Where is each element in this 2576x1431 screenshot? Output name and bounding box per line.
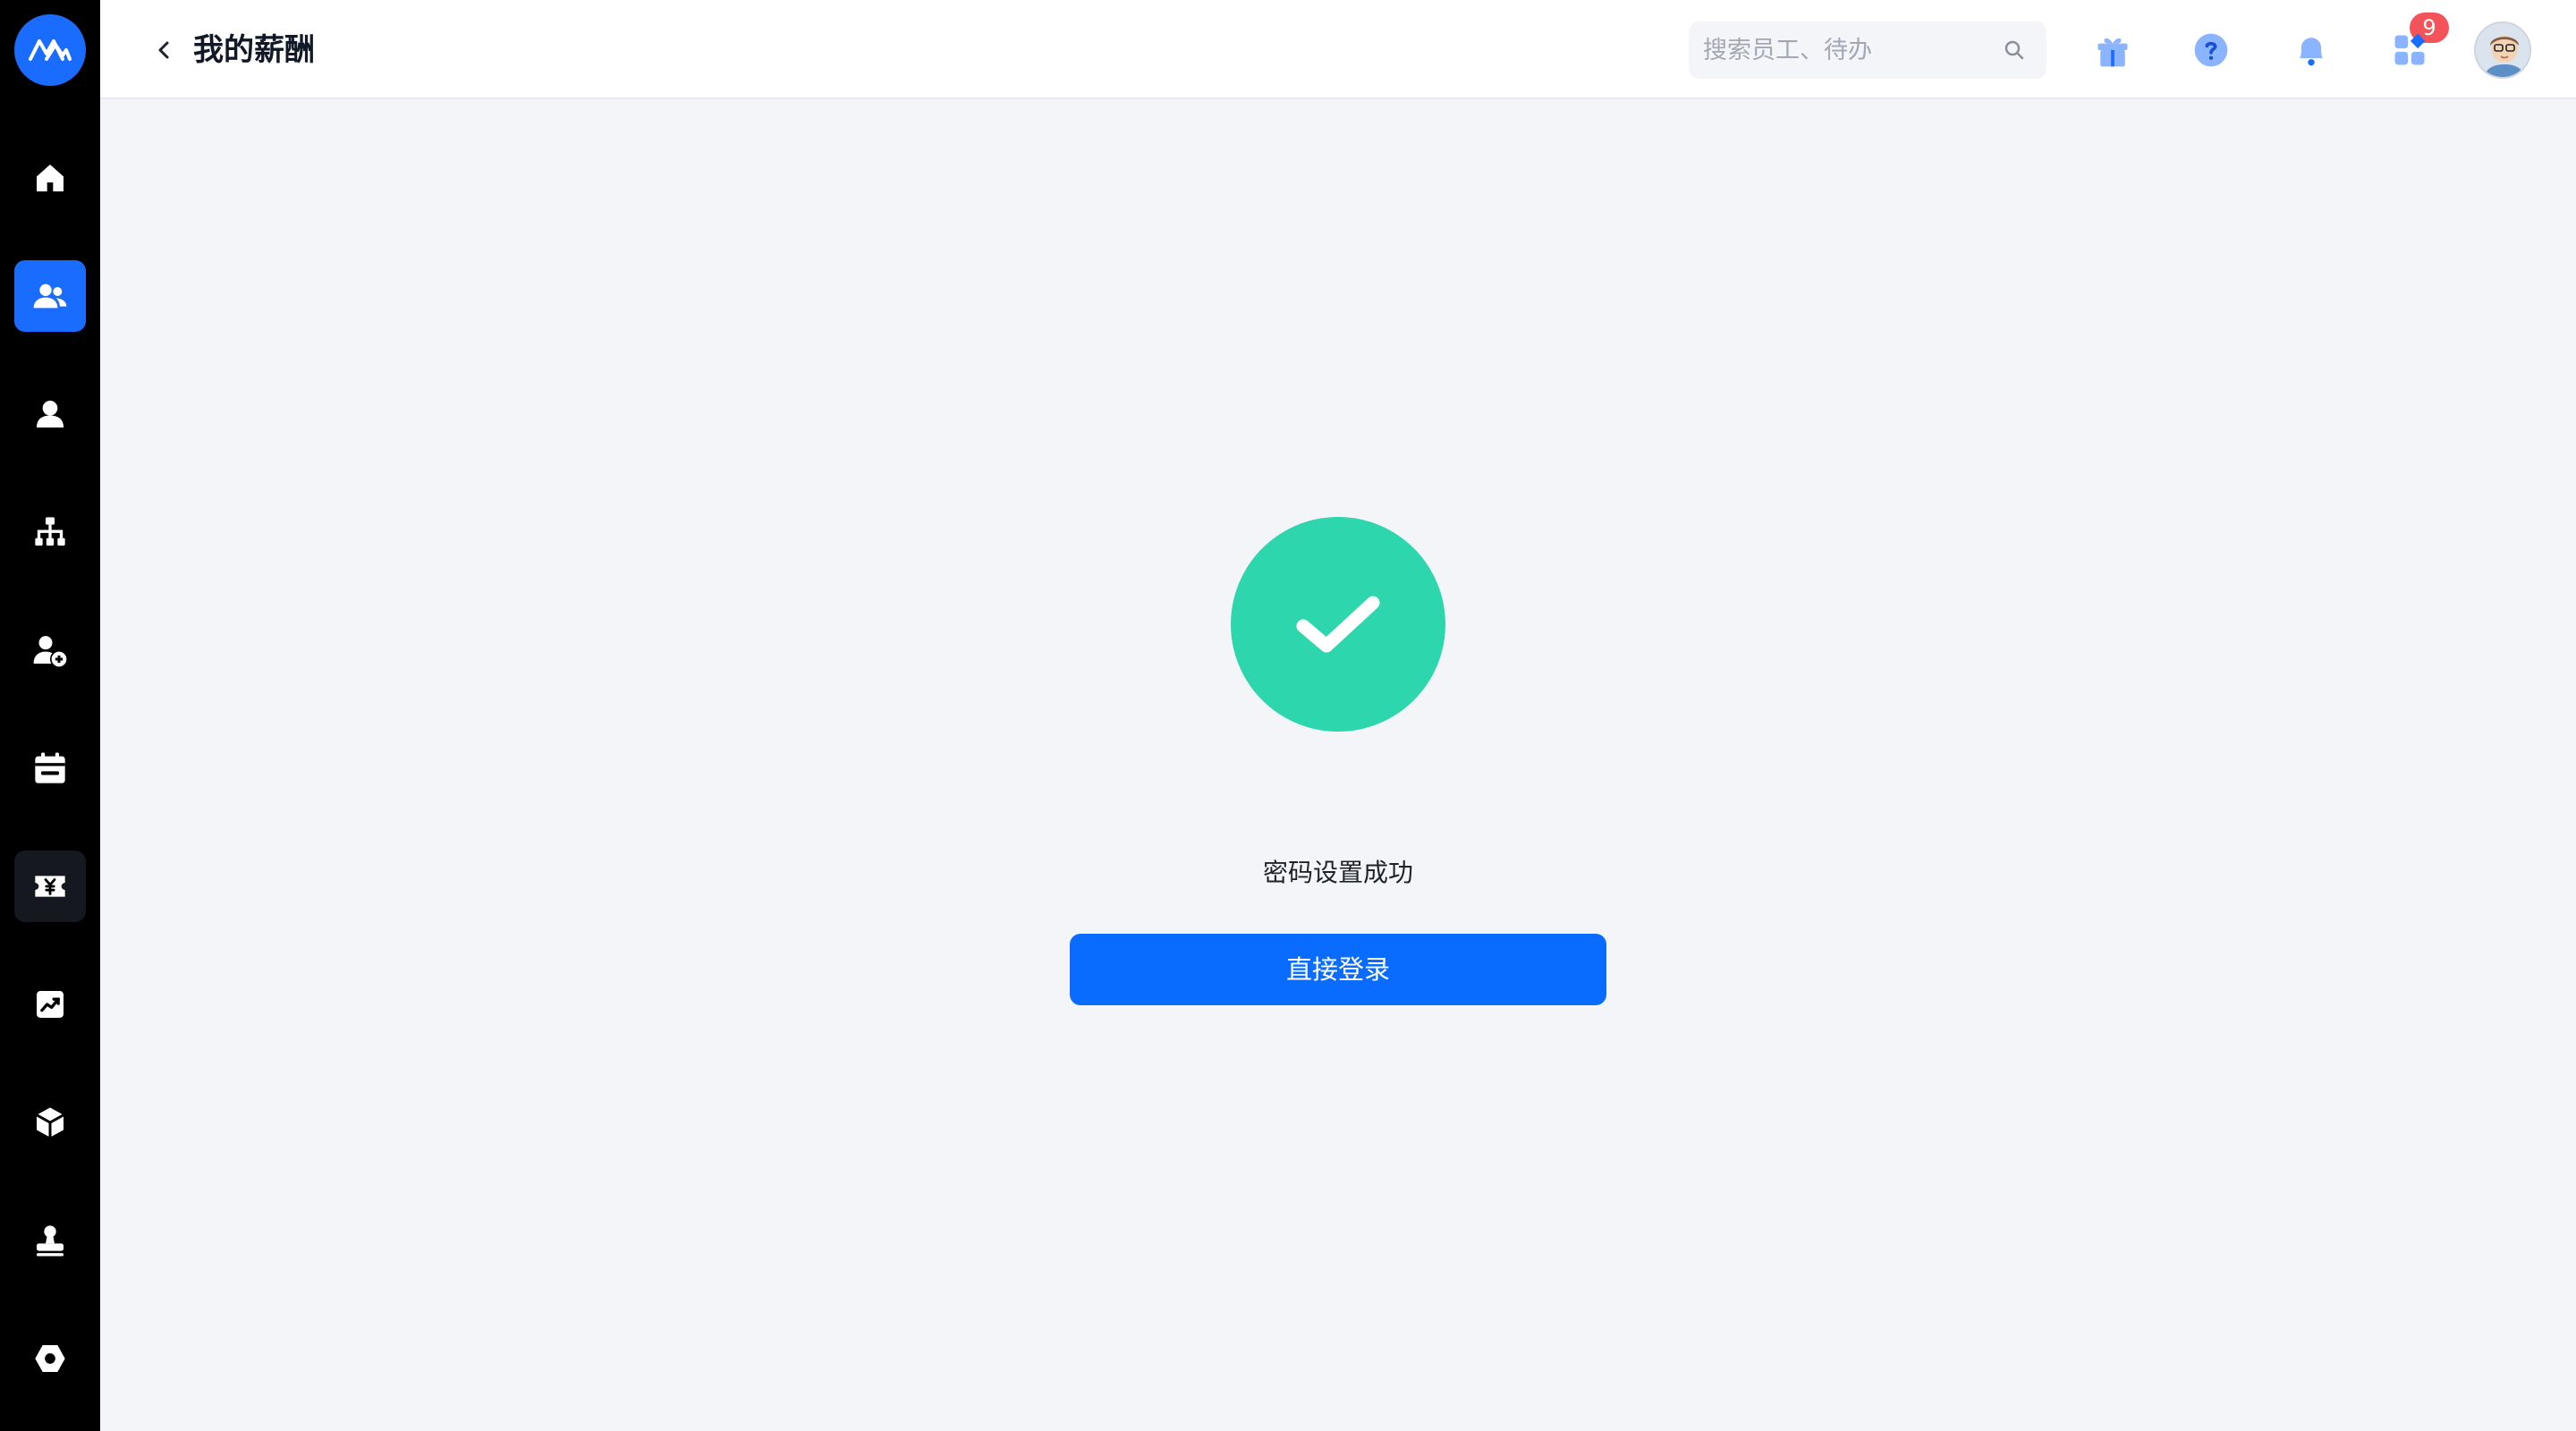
sidebar-item-salary[interactable] — [14, 851, 86, 922]
people-icon — [33, 284, 67, 309]
notification-button[interactable] — [2283, 21, 2340, 79]
success-status — [1231, 517, 1445, 732]
app-root: 我的薪酬 搜索员工、待办 9 密码设置成功 直接登录 — [0, 0, 2576, 1431]
chevron-left-icon — [158, 41, 169, 59]
direct-login-button[interactable]: 直接登录 — [1070, 934, 1606, 1005]
success-message: 密码设置成功 — [1262, 858, 1413, 887]
search-input[interactable] — [1703, 21, 1989, 79]
home-icon — [37, 165, 64, 191]
sidebar — [0, 0, 100, 1431]
gift-button[interactable] — [2084, 21, 2141, 79]
page-title: 我的薪酬 — [193, 32, 315, 68]
apps-icon — [2394, 33, 2426, 65]
person-add-icon — [33, 636, 67, 667]
person-icon — [37, 401, 64, 428]
search-box[interactable] — [1689, 21, 2046, 79]
back-button[interactable] — [143, 29, 186, 72]
sidebar-item-settings[interactable] — [14, 1323, 86, 1394]
cube-icon — [36, 1107, 64, 1138]
sidebar-item-assets[interactable] — [14, 1087, 86, 1158]
chart-trend-icon — [37, 991, 64, 1018]
search-icon[interactable] — [2004, 39, 2025, 61]
settings-hex-icon — [35, 1345, 65, 1372]
apps-button[interactable] — [2381, 21, 2438, 79]
sidebar-item-home[interactable] — [14, 142, 86, 214]
calendar-icon — [35, 752, 65, 783]
gift-icon — [2097, 38, 2128, 67]
help-icon — [2194, 33, 2228, 67]
sidebar-item-attendance[interactable] — [14, 732, 86, 804]
salary-yen-icon — [35, 876, 65, 897]
help-button[interactable] — [2182, 21, 2240, 79]
sidebar-item-approval[interactable] — [14, 1205, 86, 1276]
sidebar-item-org[interactable] — [14, 496, 86, 568]
stamp-icon — [37, 1225, 64, 1257]
brand-mountain-logo-icon — [29, 39, 72, 61]
brand-logo[interactable] — [14, 14, 86, 86]
top-header: 我的薪酬 搜索员工、待办 9 — [100, 0, 2576, 99]
org-chart-icon — [35, 517, 65, 546]
check-icon — [1296, 596, 1380, 653]
avatar-image — [2476, 23, 2529, 77]
sidebar-item-reports[interactable] — [14, 969, 86, 1040]
sidebar-item-onboarding[interactable] — [14, 614, 86, 686]
sidebar-item-employees[interactable] — [14, 260, 86, 332]
bell-icon — [2300, 38, 2323, 66]
sidebar-item-profile[interactable] — [14, 378, 86, 450]
user-avatar[interactable] — [2474, 21, 2531, 79]
